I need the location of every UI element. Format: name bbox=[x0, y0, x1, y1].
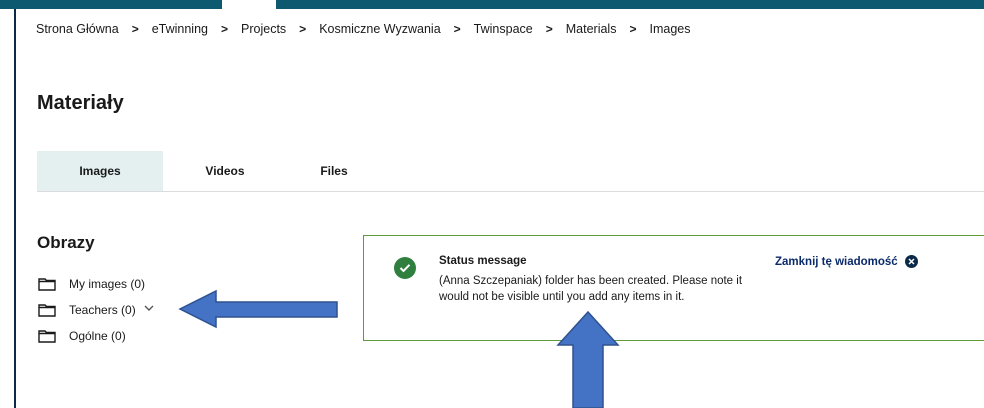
close-message-button[interactable]: Zamknij tę wiadomość bbox=[775, 255, 918, 268]
tab-images[interactable]: Images bbox=[37, 151, 163, 191]
breadcrumb-separator: > bbox=[453, 22, 461, 36]
breadcrumb-etwinning[interactable]: eTwinning bbox=[152, 22, 208, 36]
breadcrumb-separator: > bbox=[221, 22, 229, 36]
folder-label: Ogólne (0) bbox=[69, 329, 126, 343]
breadcrumb-project-name[interactable]: Kosmiczne Wyzwania bbox=[319, 22, 440, 36]
page-title: Materiały bbox=[37, 92, 124, 114]
breadcrumb-separator: > bbox=[545, 22, 553, 36]
tabs-divider bbox=[37, 191, 984, 192]
chevron-down-icon[interactable] bbox=[143, 303, 155, 313]
folder-icon bbox=[38, 304, 56, 317]
check-circle-icon bbox=[394, 257, 416, 279]
breadcrumb-images: Images bbox=[649, 22, 691, 36]
folder-teachers[interactable]: Teachers (0) bbox=[38, 303, 168, 317]
top-accent-bar bbox=[0, 0, 984, 9]
arrow-left-annotation bbox=[178, 289, 338, 329]
breadcrumb: Strona Główna > eTwinning > Projects > K… bbox=[36, 22, 690, 36]
status-text: (Anna Szczepaniak) folder has been creat… bbox=[439, 275, 743, 303]
breadcrumb-separator: > bbox=[629, 22, 637, 36]
status-heading: Status message bbox=[439, 255, 527, 267]
active-nav-indicator bbox=[222, 0, 276, 9]
close-message-label: Zamknij tę wiadomość bbox=[775, 255, 898, 268]
folders-title: Obrazy bbox=[37, 233, 95, 252]
breadcrumb-home[interactable]: Strona Główna bbox=[36, 22, 119, 36]
folder-my-images[interactable]: My images (0) bbox=[38, 277, 145, 291]
breadcrumb-projects[interactable]: Projects bbox=[241, 22, 286, 36]
folder-ogolne[interactable]: Ogólne (0) bbox=[38, 329, 126, 343]
close-icon[interactable] bbox=[904, 255, 918, 268]
breadcrumb-materials[interactable]: Materials bbox=[566, 22, 617, 36]
annotation-arrows bbox=[178, 289, 620, 408]
folder-label: Teachers (0) bbox=[69, 303, 136, 317]
status-message: Status message (Anna Szczepaniak) folder… bbox=[363, 235, 984, 341]
breadcrumb-separator: > bbox=[131, 22, 139, 36]
folder-icon bbox=[38, 278, 56, 291]
breadcrumb-twinspace[interactable]: Twinspace bbox=[474, 22, 533, 36]
tab-videos[interactable]: Videos bbox=[163, 151, 287, 191]
folder-label: My images (0) bbox=[69, 277, 146, 291]
tab-files[interactable]: Files bbox=[287, 151, 381, 191]
left-border-line bbox=[14, 9, 16, 408]
breadcrumb-separator: > bbox=[299, 22, 307, 36]
folder-icon bbox=[38, 330, 56, 343]
